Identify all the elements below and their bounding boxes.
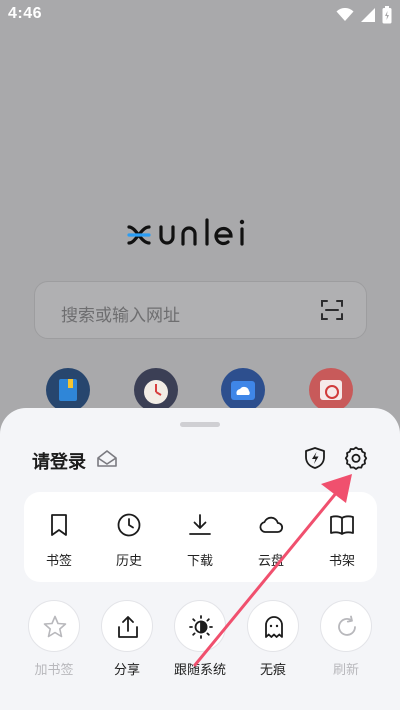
share-circle[interactable] (101, 600, 153, 652)
bookmark-icon (51, 514, 67, 536)
status-time: 4:46 (8, 5, 43, 22)
incognito-label: 无痕 (259, 662, 286, 677)
wifi-icon (336, 8, 354, 21)
theme-icon (189, 615, 213, 639)
login-label[interactable]: 请登录 (32, 448, 86, 474)
history-label: 历史 (115, 553, 142, 568)
downloads-button[interactable]: 下载 (165, 492, 235, 582)
quick-access-card: 书签 历史 下载 云盘 书架 (24, 492, 377, 582)
bottom-sheet-menu: 请登录 书签 历史 下载 云盘 书架 加书签 分享 跟随系统 无痕 刷新 (0, 408, 400, 710)
battery-icon (382, 6, 392, 24)
search-placeholder: 搜索或输入网址 (61, 306, 180, 325)
add-bookmark-button[interactable]: 加书签 (20, 598, 90, 688)
follow-system-label: 跟随系统 (173, 662, 226, 677)
xunlei-logo (127, 218, 245, 246)
bookmarks-button[interactable]: 书签 (24, 492, 94, 582)
star-icon (43, 615, 67, 638)
shield-icon[interactable] (304, 446, 326, 470)
scan-icon[interactable] (320, 298, 344, 322)
follow-system-theme-button[interactable]: 跟随系统 (166, 598, 236, 688)
ghost-icon (265, 616, 283, 638)
incognito-button[interactable]: 无痕 (239, 598, 309, 688)
history-button[interactable]: 历史 (94, 492, 164, 582)
settings-gear-icon[interactable] (344, 446, 368, 470)
clock-icon (117, 513, 141, 537)
shortcut-video-app-icon[interactable] (309, 368, 353, 412)
bookmarks-label: 书签 (45, 553, 72, 568)
follow-system-circle[interactable] (174, 600, 226, 652)
bookshelf-label: 书架 (328, 553, 355, 568)
download-icon (189, 514, 211, 535)
shortcut-cloud-app-icon[interactable] (221, 368, 265, 412)
refresh-icon (338, 615, 356, 636)
cloud-icon (259, 516, 284, 533)
shortcut-clock-app-icon[interactable] (134, 368, 178, 412)
refresh-circle[interactable] (320, 600, 372, 652)
add-bookmark-label: 加书签 (34, 662, 74, 677)
share-label: 分享 (113, 662, 140, 677)
status-icons (336, 6, 392, 24)
search-box[interactable]: 搜索或输入网址 (34, 281, 367, 339)
mail-icon[interactable] (96, 449, 118, 469)
cloud-drive-button[interactable]: 云盘 (236, 492, 306, 582)
bookshelf-button[interactable]: 书架 (307, 492, 377, 582)
signal-icon (361, 8, 375, 22)
shortcut-book-app-icon[interactable] (46, 368, 90, 412)
book-icon (330, 515, 354, 535)
share-button[interactable]: 分享 (93, 598, 163, 688)
sheet-drag-handle[interactable] (180, 422, 220, 427)
incognito-circle[interactable] (247, 600, 299, 652)
add-bookmark-circle[interactable] (28, 600, 80, 652)
downloads-label: 下载 (186, 553, 213, 568)
refresh-label: 刷新 (332, 662, 359, 677)
refresh-button[interactable]: 刷新 (312, 598, 382, 688)
cloud-drive-label: 云盘 (257, 553, 284, 568)
status-bar: 4:46 (0, 0, 400, 30)
share-icon (118, 616, 138, 638)
